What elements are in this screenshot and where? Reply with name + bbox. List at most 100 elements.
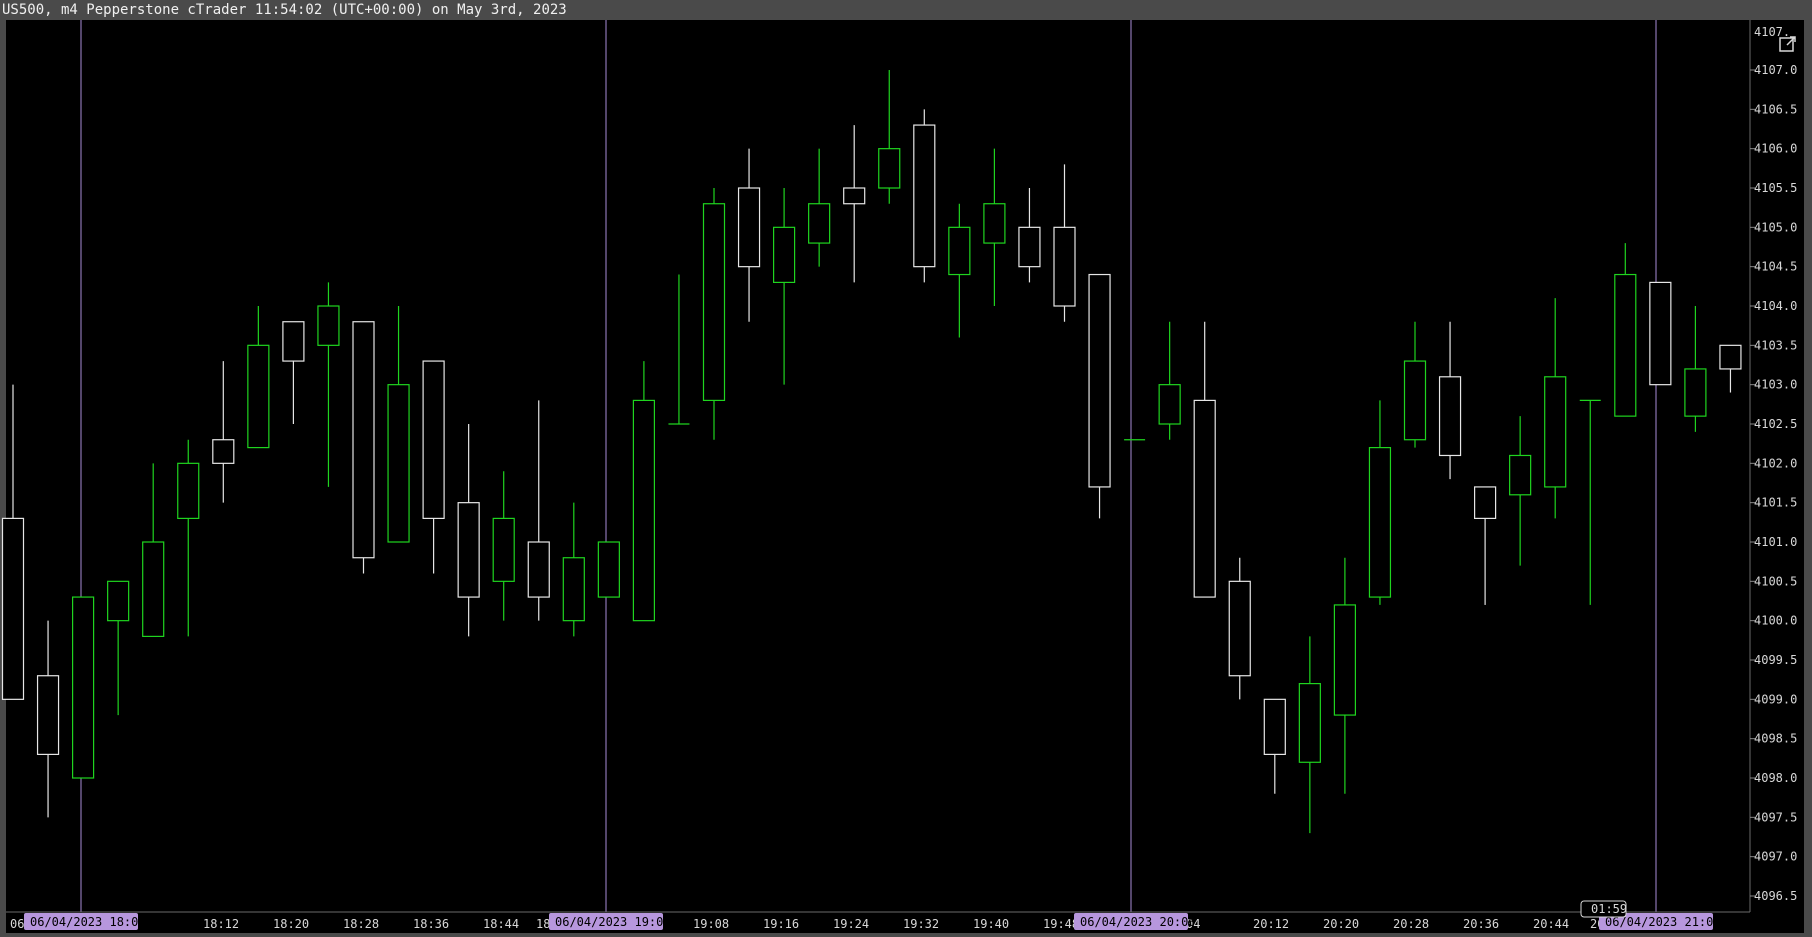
time-tick-label: 18:44 [483, 917, 519, 931]
time-tick-label: 20:28 [1393, 917, 1429, 931]
price-tick-label: 4104.5 [1754, 260, 1797, 274]
time-tick-label: 19:24 [833, 917, 869, 931]
countdown-text: 01:59 [1591, 902, 1627, 916]
candle[interactable] [177, 439, 200, 637]
candle[interactable] [317, 282, 340, 487]
candle-body [1438, 376, 1462, 457]
candle[interactable] [422, 360, 445, 574]
candle-body [36, 675, 60, 756]
candle[interactable] [1, 384, 25, 700]
candle-body [983, 203, 1006, 244]
candlestick-chart[interactable]: 4107.0 4106.5 4106.0 4105.5 4105.0 4104.5 4104… [0, 0, 1812, 937]
candle[interactable] [71, 596, 95, 779]
candle[interactable] [878, 70, 901, 204]
session-label: 06/04/2023 20:00 [1074, 913, 1196, 930]
price-tick-label: 4098.0 [1754, 771, 1797, 785]
external-link-icon[interactable] [1778, 34, 1798, 54]
candles [1, 70, 1742, 834]
candle[interactable] [1088, 273, 1111, 519]
candle-body [1298, 682, 1321, 763]
session-separators [80, 20, 1657, 912]
candle[interactable] [1333, 557, 1357, 794]
candle[interactable] [1193, 321, 1216, 598]
candle[interactable] [527, 400, 550, 621]
candle[interactable] [1403, 321, 1427, 448]
candle[interactable] [107, 580, 130, 716]
candle[interactable] [1473, 486, 1497, 605]
candle[interactable] [212, 361, 235, 503]
time-tick-label: 19:16 [763, 917, 799, 931]
candle[interactable] [1719, 344, 1742, 393]
candle[interactable] [597, 541, 620, 598]
time-tick-label: 18:28 [343, 917, 379, 931]
candle-body [71, 596, 95, 779]
session-label-text: 06/04/2023 18:00 [30, 915, 146, 929]
candle-body [1018, 226, 1041, 268]
candle[interactable] [492, 471, 515, 621]
session-label-text: 06/04/2023 20:00 [1080, 915, 1196, 929]
candle-body [107, 580, 130, 622]
candle[interactable] [668, 274, 690, 425]
time-axis: 06 18:12 18:20 18:28 18:36 18:44 18 19:08 19:16 1… [10, 917, 1604, 931]
candle[interactable] [1438, 321, 1462, 480]
price-tick-label: 4105.0 [1754, 220, 1797, 234]
candle[interactable] [282, 321, 305, 424]
candle-body [1509, 454, 1532, 496]
candle-body [808, 203, 831, 244]
candle[interactable] [1053, 164, 1076, 322]
candle[interactable] [562, 502, 585, 637]
candle[interactable] [1684, 306, 1707, 432]
candle-body [1649, 281, 1672, 386]
candle[interactable] [913, 109, 936, 283]
candle[interactable] [1544, 298, 1567, 519]
candle[interactable] [983, 148, 1006, 306]
price-tick-label: 4103.0 [1754, 378, 1797, 392]
candle-body [527, 541, 550, 598]
candle[interactable] [808, 148, 831, 267]
candle[interactable] [1614, 243, 1637, 417]
price-tick-label: 4104.0 [1754, 299, 1797, 313]
candle[interactable] [843, 125, 866, 283]
candle[interactable] [702, 188, 726, 440]
price-tick-label: 4103.5 [1754, 338, 1797, 352]
time-tick-label: 20:20 [1323, 917, 1359, 931]
candle-body [1368, 447, 1392, 598]
candle[interactable] [948, 203, 971, 338]
candle[interactable] [632, 361, 656, 622]
candle-body [177, 462, 200, 520]
candle[interactable] [1649, 281, 1672, 386]
candle-body [1193, 399, 1216, 598]
candle[interactable] [1298, 636, 1321, 834]
candle[interactable] [1579, 399, 1601, 605]
candle[interactable] [247, 306, 270, 449]
candle[interactable] [772, 188, 796, 385]
candle[interactable] [1368, 400, 1392, 605]
price-tick-label: 4107.0 [1754, 63, 1797, 77]
time-tick-label: 20:44 [1533, 917, 1569, 931]
candle[interactable] [352, 321, 375, 574]
candle[interactable] [1158, 321, 1181, 440]
candle-body [948, 226, 971, 276]
candle[interactable] [1263, 698, 1286, 794]
candle[interactable] [1509, 416, 1532, 566]
candle-body [772, 226, 796, 283]
candle-body [597, 541, 620, 598]
session-label: 06/04/2023 19:00 [549, 913, 671, 930]
bar-countdown: 01:59 [1580, 900, 1627, 918]
candle-body [1614, 273, 1637, 417]
candle-body [142, 541, 165, 638]
candle[interactable] [737, 148, 761, 322]
candle[interactable] [1228, 557, 1251, 700]
price-tick-label: 4097.0 [1754, 850, 1797, 864]
candle[interactable] [1018, 188, 1041, 283]
time-tick-label: 18:12 [203, 917, 239, 931]
price-tick-label: 4102.0 [1754, 456, 1797, 470]
candle[interactable] [387, 306, 410, 543]
candle[interactable] [36, 620, 60, 818]
candle[interactable] [142, 463, 165, 638]
candle-body [702, 203, 726, 402]
price-tick-label: 4099.5 [1754, 653, 1797, 667]
candle-body [387, 384, 410, 543]
candle-body [1, 517, 25, 700]
candle[interactable] [457, 424, 480, 637]
